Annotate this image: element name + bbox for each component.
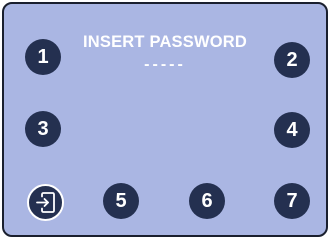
key-7-button[interactable]: 7 xyxy=(274,183,310,219)
exit-button[interactable] xyxy=(27,184,64,221)
key-3-button[interactable]: 3 xyxy=(25,111,61,147)
key-6-button[interactable]: 6 xyxy=(189,183,225,219)
key-1-button[interactable]: 1 xyxy=(25,39,61,75)
key-2-button[interactable]: 2 xyxy=(274,42,310,78)
exit-icon xyxy=(36,192,55,213)
key-4-button[interactable]: 4 xyxy=(274,112,310,148)
keypad-panel: INSERT PASSWORD ----- 1 2 3 4 5 6 7 xyxy=(2,2,328,237)
key-5-button[interactable]: 5 xyxy=(103,183,139,219)
